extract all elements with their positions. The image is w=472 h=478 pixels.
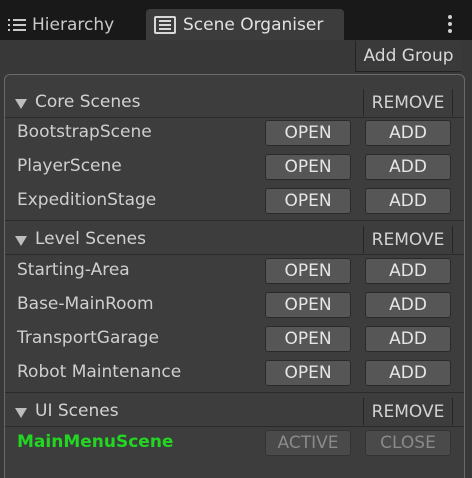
- add-scene-button[interactable]: ADD: [365, 292, 451, 318]
- remove-group-button[interactable]: REMOVE: [363, 226, 453, 253]
- scene-organiser-window: Hierarchy Scene Organiser Add Group Core…: [0, 0, 472, 478]
- scene-row: ExpeditionStage OPEN ADD: [5, 184, 464, 218]
- group-divider: [5, 220, 464, 221]
- close-scene-button[interactable]: CLOSE: [365, 430, 451, 456]
- scene-name: Starting-Area: [17, 260, 130, 280]
- active-scene-name: MainMenuScene: [17, 432, 174, 452]
- open-scene-button[interactable]: OPEN: [265, 326, 351, 352]
- group-title: Core Scenes: [35, 92, 141, 112]
- open-scene-button[interactable]: OPEN: [265, 154, 351, 180]
- hierarchy-list-icon: [8, 18, 26, 32]
- remove-group-button[interactable]: REMOVE: [363, 398, 453, 425]
- add-scene-button[interactable]: ADD: [365, 258, 451, 284]
- group-divider: [5, 392, 464, 393]
- foldout-triangle-icon[interactable]: [15, 408, 27, 418]
- scene-row: Robot Maintenance OPEN ADD: [5, 356, 464, 390]
- tab-scene-organiser[interactable]: Scene Organiser: [146, 9, 344, 40]
- scene-groups-panel: Core Scenes REMOVE BootstrapScene OPEN A…: [4, 74, 465, 478]
- tab-hierarchy-label: Hierarchy: [32, 15, 115, 35]
- group-header-ui-scenes[interactable]: UI Scenes REMOVE: [5, 398, 464, 427]
- more-options-icon[interactable]: [448, 15, 452, 33]
- scene-row-active: MainMenuScene ACTIVE CLOSE: [5, 426, 464, 460]
- add-scene-button[interactable]: ADD: [365, 326, 451, 352]
- foldout-triangle-icon[interactable]: [15, 99, 27, 109]
- group-title: Level Scenes: [35, 229, 146, 249]
- scene-name: TransportGarage: [17, 328, 160, 348]
- group-header-core-scenes[interactable]: Core Scenes REMOVE: [5, 89, 464, 118]
- scene-name: Base-MainRoom: [17, 294, 154, 314]
- add-scene-button[interactable]: ADD: [365, 120, 451, 146]
- scene-organiser-content: Add Group Core Scenes REMOVE BootstrapSc…: [0, 40, 472, 478]
- open-scene-button[interactable]: OPEN: [265, 188, 351, 214]
- add-group-button[interactable]: Add Group: [355, 41, 461, 72]
- group-title: UI Scenes: [35, 401, 119, 421]
- tab-bar: Hierarchy Scene Organiser: [0, 0, 472, 40]
- open-scene-button[interactable]: OPEN: [265, 258, 351, 284]
- scene-row: BootstrapScene OPEN ADD: [5, 116, 464, 150]
- tab-hierarchy[interactable]: Hierarchy: [8, 10, 114, 40]
- scene-name: BootstrapScene: [17, 122, 152, 142]
- tab-scene-organiser-label: Scene Organiser: [183, 14, 324, 35]
- scene-row: PlayerScene OPEN ADD: [5, 150, 464, 184]
- scene-name: ExpeditionStage: [17, 190, 157, 210]
- active-scene-button: ACTIVE: [265, 430, 351, 456]
- remove-group-button[interactable]: REMOVE: [363, 89, 453, 116]
- open-scene-button[interactable]: OPEN: [265, 292, 351, 318]
- scene-row: Base-MainRoom OPEN ADD: [5, 288, 464, 322]
- add-scene-button[interactable]: ADD: [365, 360, 451, 386]
- foldout-triangle-icon[interactable]: [15, 236, 27, 246]
- group-header-level-scenes[interactable]: Level Scenes REMOVE: [5, 226, 464, 255]
- open-scene-button[interactable]: OPEN: [265, 360, 351, 386]
- scene-name: Robot Maintenance: [17, 362, 182, 382]
- add-scene-button[interactable]: ADD: [365, 154, 451, 180]
- scene-row: Starting-Area OPEN ADD: [5, 254, 464, 288]
- scene-row: TransportGarage OPEN ADD: [5, 322, 464, 356]
- add-scene-button[interactable]: ADD: [365, 188, 451, 214]
- scene-organiser-icon: [154, 15, 176, 34]
- scene-name: PlayerScene: [17, 156, 122, 176]
- open-scene-button[interactable]: OPEN: [265, 120, 351, 146]
